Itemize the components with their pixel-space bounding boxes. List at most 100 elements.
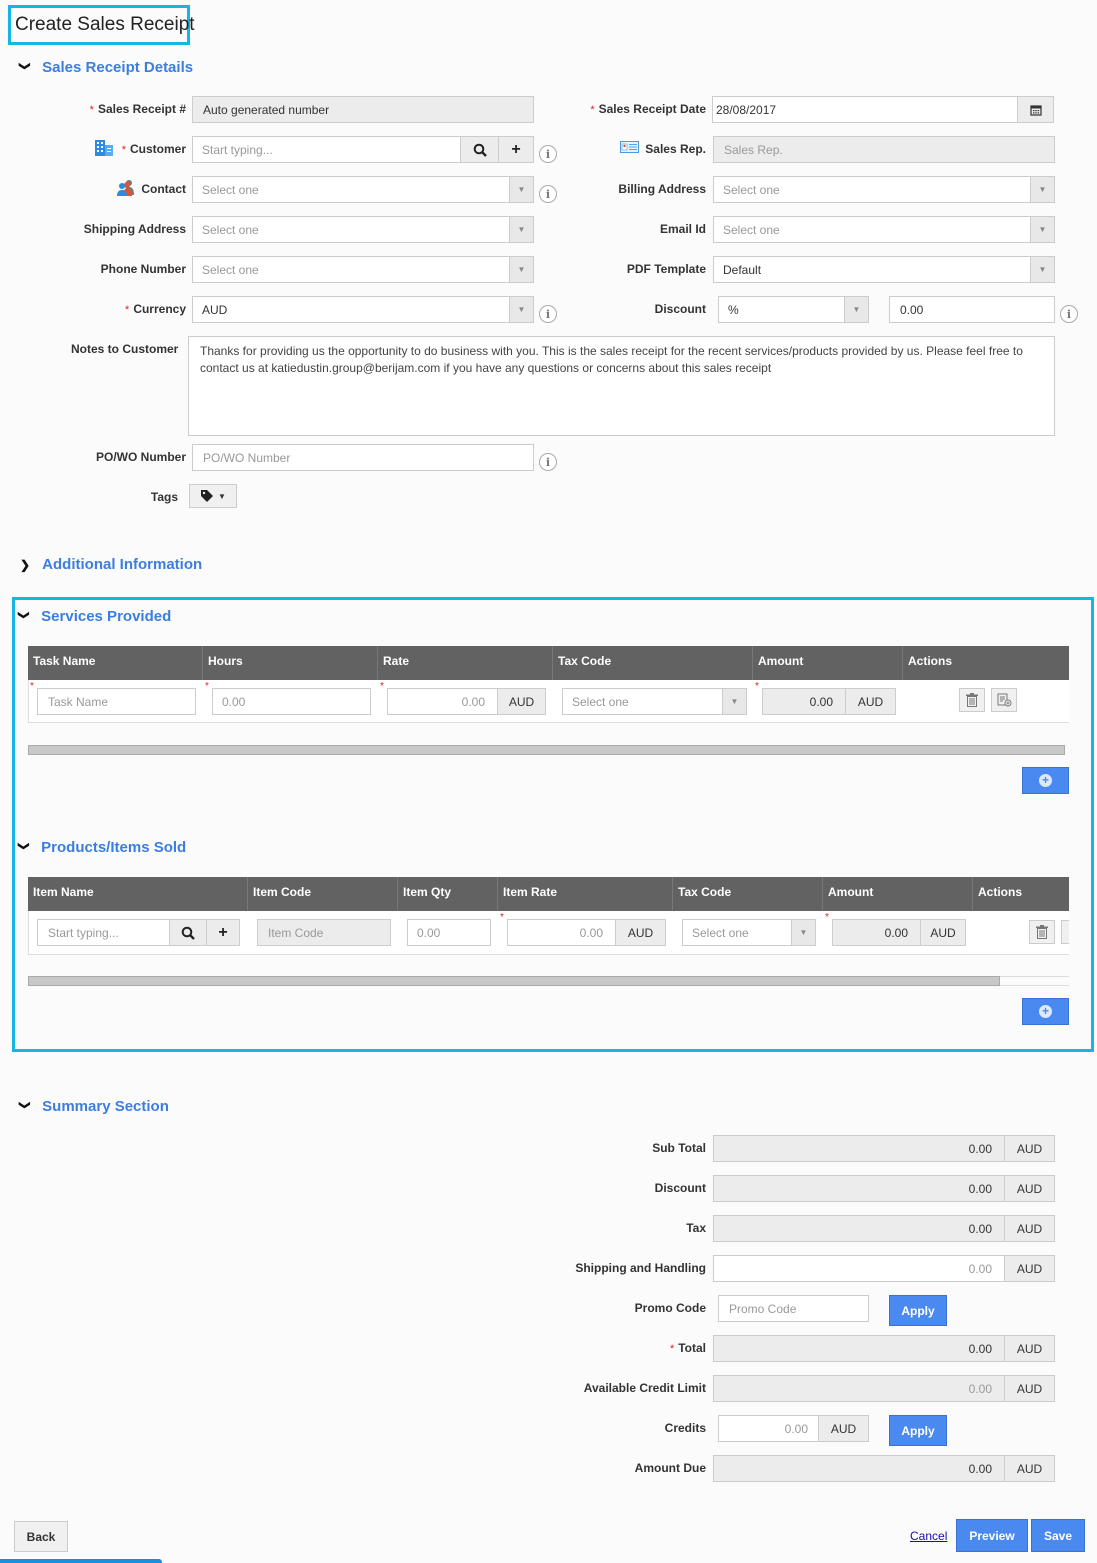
total-field: 0.00 AUD	[713, 1335, 1055, 1362]
promo-apply-button[interactable]: Apply	[889, 1295, 947, 1326]
rate-input[interactable]: 0.00 AUD	[387, 688, 546, 715]
section-toggle-services[interactable]: ❯ Services Provided	[17, 608, 172, 625]
required-marker: *	[669, 1343, 675, 1355]
pdf-template-select[interactable]: Default ▼	[713, 256, 1055, 283]
phone-number-label: Phone Number	[100, 262, 186, 276]
customer-input[interactable]: Start typing... +	[192, 136, 534, 163]
email-id-label: Email Id	[659, 222, 706, 236]
back-button[interactable]: Back	[14, 1521, 68, 1552]
customer-placeholder: Start typing...	[202, 142, 273, 157]
required-marker: *	[825, 912, 829, 923]
receipt-number-label: * Sales Receipt #	[90, 102, 186, 116]
delete-row-button[interactable]	[1029, 920, 1055, 944]
add-product-row-button[interactable]: +	[1022, 998, 1069, 1025]
customer-info-icon[interactable]: i	[539, 145, 557, 163]
label-text: Sales Receipt Date	[598, 102, 706, 116]
trash-icon	[966, 693, 978, 707]
amount-due-field: 0.00 AUD	[713, 1455, 1055, 1482]
sales-rep-placeholder: Sales Rep.	[724, 142, 783, 157]
tags-dropdown-button[interactable]: ▼	[189, 484, 237, 508]
column-header: Item Rate	[498, 877, 673, 911]
amount-due-label: Amount Due	[634, 1461, 706, 1475]
section-toggle-summary[interactable]: ❯ Summary Section	[18, 1098, 169, 1115]
column-header: Amount	[753, 646, 903, 680]
credits-apply-button[interactable]: Apply	[889, 1415, 947, 1446]
currency-select[interactable]: AUD ▼	[192, 296, 534, 323]
item-qty-input[interactable]: 0.00	[407, 919, 491, 946]
search-icon	[181, 926, 195, 940]
products-tax-code-select[interactable]: Select one ▼	[682, 919, 816, 946]
shipping-currency: AUD	[1004, 1256, 1054, 1281]
section-title-details: Sales Receipt Details	[42, 59, 194, 76]
note-add-icon	[997, 693, 1011, 707]
notes-textarea[interactable]: Thanks for providing us the opportunity …	[188, 336, 1055, 436]
search-icon	[473, 143, 487, 157]
section-toggle-additional[interactable]: ❯ Additional Information	[20, 556, 202, 573]
receipt-date-input[interactable]: 28/08/2017	[712, 96, 1054, 123]
credits-input[interactable]: 0.00 AUD	[718, 1415, 869, 1442]
discount-type-select[interactable]: % ▼	[718, 296, 869, 323]
pdf-template-value: Default	[723, 262, 762, 277]
cancel-link[interactable]: Cancel	[910, 1529, 947, 1543]
promo-code-input[interactable]: Promo Code	[718, 1295, 869, 1322]
preview-button[interactable]: Preview	[956, 1519, 1028, 1552]
sales-rep-input[interactable]: Sales Rep.	[713, 136, 1055, 163]
contact-info-icon[interactable]: i	[539, 185, 557, 203]
plus-circle-icon: +	[1039, 774, 1052, 787]
po-wo-label: PO/WO Number	[95, 450, 186, 464]
tax-code-value: Select one	[572, 694, 629, 709]
calendar-button[interactable]	[1017, 97, 1053, 122]
page-title: Create Sales Receipt	[8, 5, 195, 45]
services-tax-code-select[interactable]: Select one ▼	[562, 688, 747, 715]
item-name-input[interactable]: Start typing... +	[37, 919, 240, 946]
delete-row-button[interactable]	[959, 688, 985, 712]
add-note-row-button-clipped[interactable]	[1061, 920, 1069, 944]
sub-total-currency: AUD	[1004, 1136, 1054, 1161]
item-search-button[interactable]	[169, 920, 206, 945]
contact-value: Select one	[202, 182, 259, 197]
currency-info-icon[interactable]: i	[539, 305, 557, 323]
hours-input[interactable]: 0.00	[212, 688, 371, 715]
tax-code-value: Select one	[692, 925, 749, 940]
phone-number-select[interactable]: Select one ▼	[192, 256, 534, 283]
discount-info-icon[interactable]: i	[1060, 305, 1078, 323]
customer-label: * Customer	[122, 142, 186, 156]
email-id-select[interactable]: Select one ▼	[713, 216, 1055, 243]
label-text: Currency	[133, 302, 186, 316]
calendar-icon	[1029, 104, 1042, 116]
po-wo-input[interactable]: PO/WO Number	[192, 444, 534, 471]
contact-select[interactable]: Select one ▼	[192, 176, 534, 203]
po-wo-info-icon[interactable]: i	[539, 453, 557, 471]
dropdown-arrow-icon: ▼	[1030, 257, 1054, 282]
shipping-value: 0.00	[968, 1261, 992, 1276]
discount-label: Discount	[654, 302, 706, 316]
amount-due-value: 0.00	[968, 1461, 992, 1476]
billing-address-select[interactable]: Select one ▼	[713, 176, 1055, 203]
sub-total-value: 0.00	[968, 1141, 992, 1156]
promo-code-label: Promo Code	[634, 1301, 706, 1315]
shipping-address-select[interactable]: Select one ▼	[192, 216, 534, 243]
credits-currency: AUD	[818, 1416, 868, 1441]
task-name-input[interactable]: Task Name	[37, 688, 196, 715]
add-service-row-button[interactable]: +	[1022, 767, 1069, 794]
section-toggle-products[interactable]: ❯ Products/Items Sold	[17, 839, 187, 856]
amount-currency: AUD	[920, 920, 965, 945]
phone-number-value: Select one	[202, 262, 259, 277]
required-marker: *	[205, 681, 209, 692]
section-toggle-details[interactable]: ❯ Sales Receipt Details	[18, 59, 194, 76]
save-button[interactable]: Save	[1031, 1519, 1085, 1552]
customer-search-button[interactable]	[460, 137, 498, 162]
add-note-row-button[interactable]	[991, 688, 1017, 712]
discount-amount-input[interactable]: 0.00	[889, 296, 1055, 323]
hours-placeholder: 0.00	[222, 694, 246, 709]
services-horizontal-scrollbar[interactable]	[28, 745, 1065, 755]
column-header: Item Name	[28, 877, 248, 911]
credit-limit-value: 0.00	[968, 1381, 992, 1396]
products-horizontal-scrollbar[interactable]	[28, 976, 1000, 986]
item-rate-input[interactable]: 0.00 AUD	[507, 919, 666, 946]
tax-field: 0.00 AUD	[713, 1215, 1055, 1242]
item-add-button[interactable]: +	[206, 920, 239, 945]
column-header: Rate	[378, 646, 553, 680]
shipping-input[interactable]: 0.00 AUD	[713, 1255, 1055, 1282]
customer-add-button[interactable]: +	[498, 137, 533, 162]
